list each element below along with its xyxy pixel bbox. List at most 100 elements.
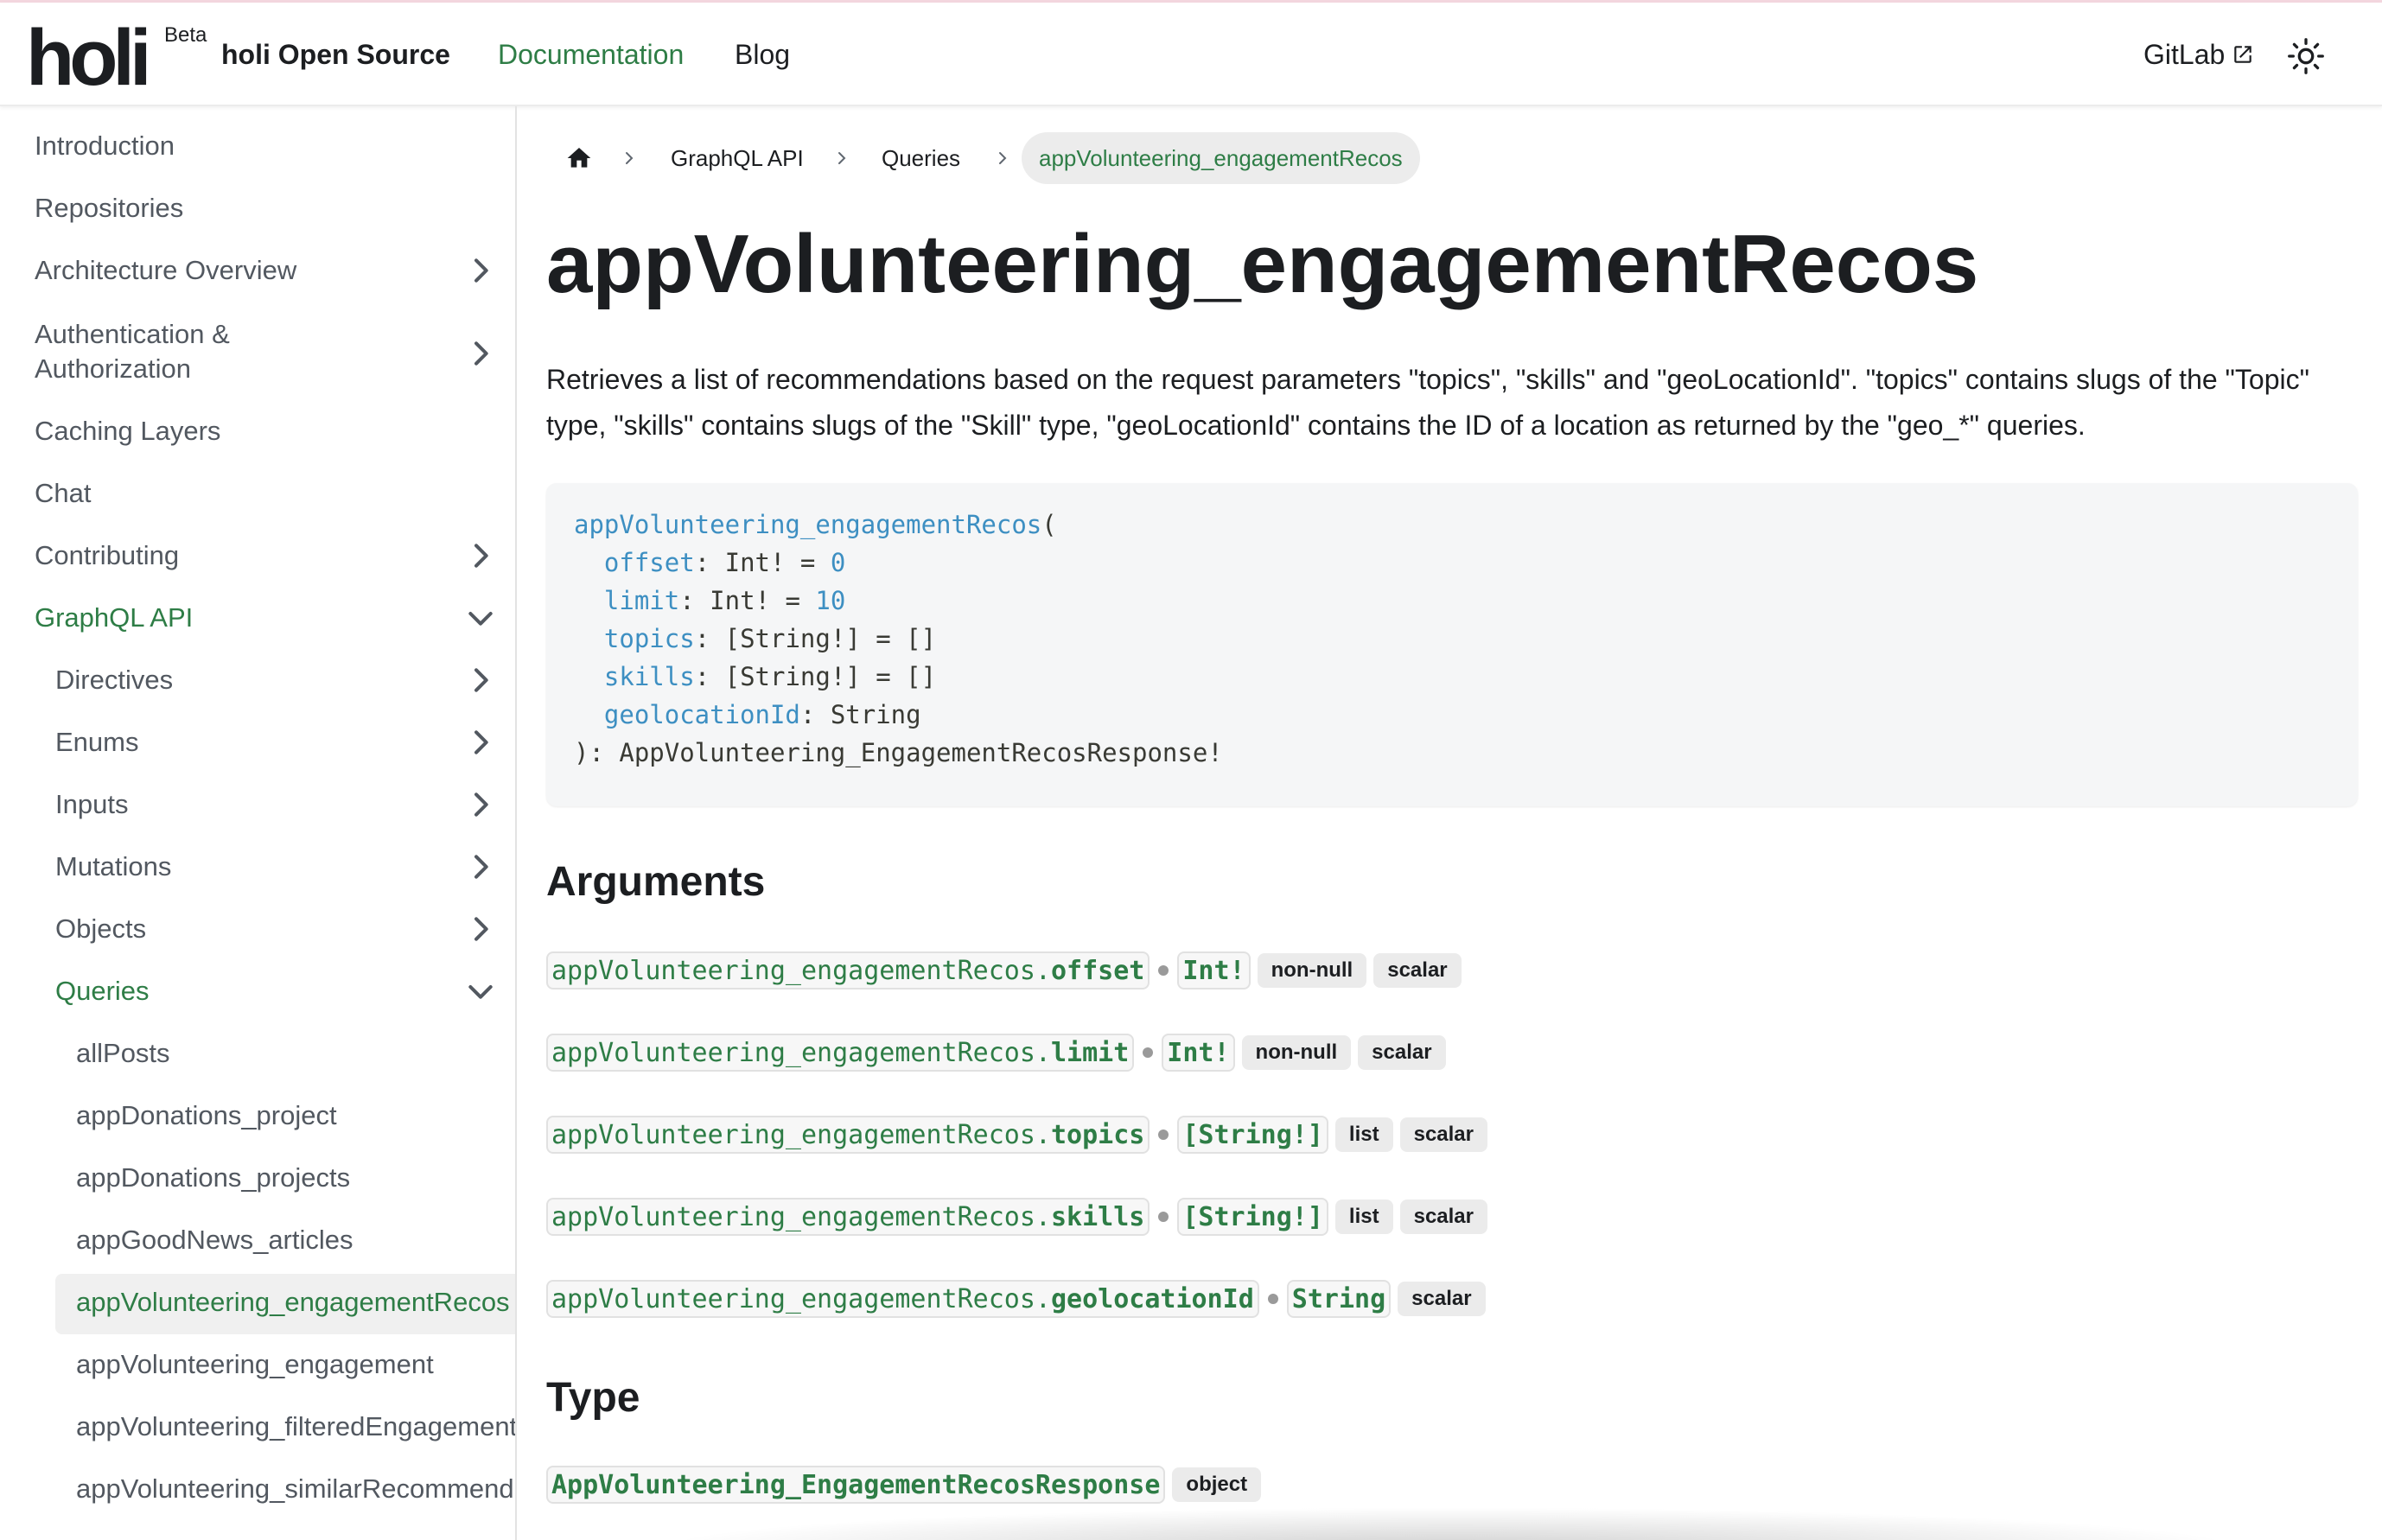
- breadcrumb-queries[interactable]: Queries: [882, 144, 960, 172]
- sidebar-item-label: allPosts: [76, 1038, 170, 1068]
- badge-scalar: scalar: [1399, 1117, 1487, 1152]
- separator-dot: [1158, 965, 1169, 976]
- badge-list: list: [1334, 1200, 1393, 1234]
- sidebar-item-authentication-authorization[interactable]: Authentication & Authorization: [0, 317, 515, 390]
- return-type-link[interactable]: AppVolunteering_EngagementRecosResponse: [546, 1466, 1166, 1504]
- sidebar-item-label: Directives: [55, 665, 174, 695]
- chevron-right-icon: [838, 152, 846, 164]
- breadcrumb-current: appVolunteering_engagementRecos: [1022, 132, 1420, 184]
- external-link-icon: [2234, 46, 2252, 63]
- sidebar-item-label: appDonations_project: [76, 1100, 337, 1130]
- code-arg-type: : Int! =: [679, 586, 816, 615]
- page-title: appVolunteering_engagementRecos: [546, 218, 1979, 310]
- code-arg-name: topics: [603, 624, 695, 653]
- sidebar-item-label: appGoodNews_articles: [76, 1225, 353, 1255]
- argument-type-link[interactable]: String: [1286, 1280, 1392, 1318]
- code-arg-default: 10: [815, 586, 846, 615]
- breadcrumb-graphql-api[interactable]: GraphQL API: [671, 144, 804, 172]
- holi-logo[interactable]: holi: [26, 18, 151, 98]
- code-arg-type: : String: [799, 700, 921, 729]
- sidebar-item-label: appDonations_projects: [76, 1162, 351, 1193]
- separator-dot: [1158, 1130, 1169, 1140]
- argument-row-topics: appVolunteering_engagementRecos.topics […: [546, 1114, 1487, 1155]
- sidebar: Introduction Repositories Architecture O…: [0, 106, 517, 1540]
- argument-name-link[interactable]: appVolunteering_engagementRecos.topics: [546, 1116, 1150, 1154]
- nav-gitlab-link[interactable]: GitLab: [2143, 37, 2254, 72]
- chevron-right-icon[interactable]: [463, 663, 498, 697]
- sidebar-item-label: Chat: [35, 478, 92, 508]
- separator-dot: [1158, 1212, 1169, 1222]
- code-arg-name: geolocationId: [603, 700, 800, 729]
- chevron-right-icon[interactable]: [463, 538, 498, 573]
- chevron-down-icon[interactable]: [463, 974, 498, 1009]
- sidebar-item-label: Contributing: [35, 540, 180, 570]
- chevron-right-icon[interactable]: [463, 850, 498, 884]
- badge-non-null: non-null: [1241, 1035, 1352, 1070]
- sidebar-item-label: appVolunteering_similarRecommendations: [76, 1473, 515, 1504]
- chevron-right-icon[interactable]: [463, 336, 498, 371]
- badge-scalar: scalar: [1358, 1035, 1446, 1070]
- sidebar-item-label: appVolunteering_filteredEngagements: [76, 1411, 517, 1441]
- chevron-right-icon[interactable]: [463, 253, 498, 288]
- chevron-right-icon[interactable]: [463, 787, 498, 822]
- separator-dot: [1143, 1047, 1154, 1058]
- code-paren: (: [1041, 510, 1057, 539]
- argument-name-link[interactable]: appVolunteering_engagementRecos.geolocat…: [546, 1280, 1259, 1318]
- home-icon[interactable]: [565, 144, 593, 172]
- sidebar-item-label: appVolunteering_engagementRecos: [76, 1287, 510, 1317]
- sidebar-item-label: Architecture Overview: [35, 255, 297, 285]
- type-row: AppVolunteering_EngagementRecosResponse …: [546, 1464, 1262, 1505]
- separator-dot: [1267, 1294, 1278, 1304]
- chevron-right-icon[interactable]: [463, 912, 498, 946]
- badge-list: list: [1334, 1117, 1393, 1152]
- sidebar-item-label: Mutations: [55, 851, 172, 881]
- argument-type-link[interactable]: [String!]: [1177, 1116, 1328, 1154]
- argument-row-offset: appVolunteering_engagementRecos.offset I…: [546, 950, 1462, 991]
- signature-code-block: appVolunteering_engagementRecos( offset:…: [546, 483, 2358, 806]
- code-return-type: ): AppVolunteering_EngagementRecosRespon…: [574, 738, 1223, 767]
- argument-row-limit: appVolunteering_engagementRecos.limit In…: [546, 1032, 1446, 1073]
- nav-blog-link[interactable]: Blog: [735, 37, 790, 72]
- site-title[interactable]: holi Open Source: [221, 37, 450, 72]
- argument-row-skills: appVolunteering_engagementRecos.skills […: [546, 1196, 1487, 1238]
- badge-object: object: [1172, 1467, 1262, 1502]
- sun-icon[interactable]: [2287, 37, 2325, 75]
- badge-scalar: scalar: [1398, 1282, 1486, 1316]
- chevron-right-icon: [999, 152, 1007, 164]
- sidebar-item-label: Authentication &: [35, 319, 230, 349]
- argument-name-link[interactable]: appVolunteering_engagementRecos.skills: [546, 1198, 1150, 1236]
- sidebar-item-label: Introduction: [35, 130, 175, 161]
- sidebar-item-label: Enums: [55, 727, 139, 757]
- chevron-down-icon[interactable]: [463, 601, 498, 635]
- sidebar-item-label: Queries: [55, 976, 150, 1006]
- argument-row-geolocationid: appVolunteering_engagementRecos.geolocat…: [546, 1278, 1486, 1320]
- chevron-right-icon: [626, 152, 634, 164]
- code-arg-type: : [String!] = []: [694, 662, 937, 691]
- badge-non-null: non-null: [1257, 953, 1367, 988]
- sidebar-item-label: Objects: [55, 913, 147, 944]
- code-arg-name: limit: [603, 586, 680, 615]
- type-heading: Type: [546, 1375, 640, 1421]
- argument-type-link[interactable]: Int!: [1162, 1034, 1235, 1072]
- sidebar-item-label: Caching Layers: [35, 416, 221, 446]
- sidebar-item-label: Authorization: [35, 353, 191, 384]
- nav-documentation-link[interactable]: Documentation: [498, 37, 684, 72]
- sidebar-item-label: Repositories: [35, 193, 184, 223]
- page-description: Retrieves a list of recommendations base…: [546, 364, 2309, 441]
- navbar: holi Beta holi Open Source Documentation…: [0, 3, 2382, 106]
- code-arg-name: skills: [603, 662, 695, 691]
- code-arg-default: 0: [830, 548, 846, 577]
- argument-type-link[interactable]: [String!]: [1177, 1198, 1328, 1236]
- arguments-heading: Arguments: [546, 859, 766, 905]
- chevron-right-icon[interactable]: [463, 725, 498, 760]
- beta-label: Beta: [164, 23, 207, 47]
- argument-name-link[interactable]: appVolunteering_engagementRecos.offset: [546, 951, 1150, 990]
- badge-scalar: scalar: [1373, 953, 1462, 988]
- argument-type-link[interactable]: Int!: [1177, 951, 1251, 990]
- sidebar-item-label: appVolunteering_engagement: [76, 1349, 434, 1379]
- code-function-name: appVolunteering_engagementRecos: [574, 510, 1042, 539]
- argument-name-link[interactable]: appVolunteering_engagementRecos.limit: [546, 1034, 1135, 1072]
- gitlab-label: GitLab: [2143, 39, 2226, 70]
- badge-scalar: scalar: [1399, 1200, 1487, 1234]
- sidebar-item-label: Inputs: [55, 789, 129, 819]
